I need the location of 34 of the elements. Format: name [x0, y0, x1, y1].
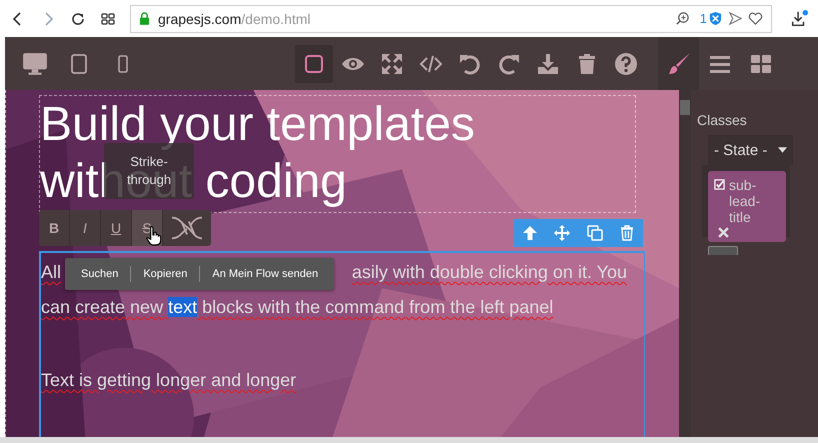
menu-item[interactable]: Kopieren — [139, 268, 192, 280]
download-icon[interactable] — [790, 10, 808, 28]
menu-item[interactable]: Suchen — [77, 268, 122, 280]
trash-icon[interactable] — [618, 225, 635, 241]
badge-count: 1 — [700, 11, 707, 26]
classes-label: Classes — [697, 112, 748, 128]
bold-button[interactable]: B — [39, 210, 70, 246]
italic-button[interactable]: I — [70, 210, 101, 246]
heart-icon[interactable] — [748, 11, 763, 26]
close-icon[interactable] — [718, 227, 729, 238]
menu-item[interactable]: An Mein Flow senden — [208, 268, 322, 280]
paragraph-text: blocks with the command from the left panel — [201, 297, 554, 317]
reload-icon[interactable] — [70, 10, 86, 26]
paragraph-text: All — [41, 261, 62, 284]
square-icon[interactable] — [295, 44, 333, 82]
paragraph-text: can create new — [41, 297, 164, 317]
scrollbar-thumb[interactable] — [680, 100, 690, 115]
tag-name: sub-lead-title — [729, 177, 762, 225]
caret-icon — [778, 147, 787, 153]
grid-icon[interactable] — [100, 10, 116, 26]
zoom-icon[interactable] — [674, 11, 690, 26]
brush-icon[interactable] — [658, 37, 699, 90]
shield-icon[interactable] — [708, 11, 723, 26]
move-icon[interactable] — [554, 225, 570, 241]
send-icon[interactable] — [728, 11, 743, 26]
selected-text: text — [168, 297, 198, 317]
state-select[interactable]: - State - — [708, 135, 793, 165]
copy-icon[interactable] — [586, 225, 603, 241]
paragraph-text: asily with double clicking on it. You — [352, 261, 627, 284]
address-field[interactable]: grapesjs.com/demo.html 1 — [130, 4, 772, 32]
checkbox[interactable] — [714, 179, 725, 190]
arrow-up-icon[interactable] — [522, 225, 538, 241]
lock-icon — [139, 12, 150, 25]
paragraph-text: Text is getting longer and longer — [41, 370, 296, 390]
